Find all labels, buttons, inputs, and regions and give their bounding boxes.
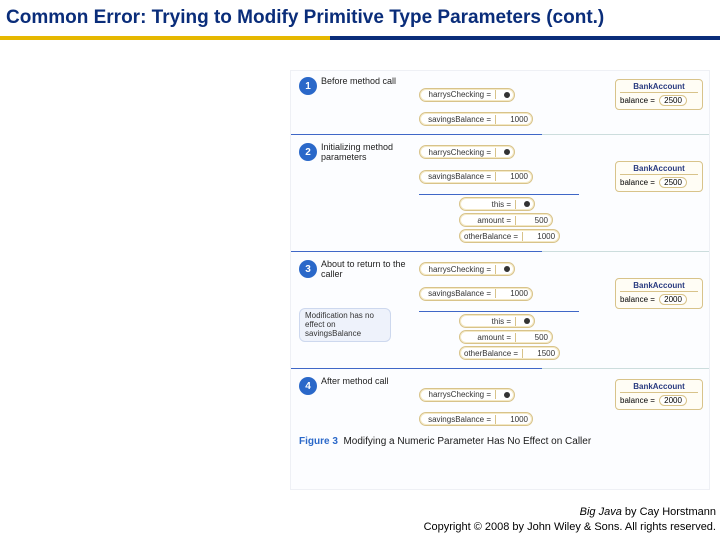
object-field-name: balance = (620, 396, 655, 405)
underline-gold (0, 36, 330, 40)
var-value: 1000 (527, 232, 555, 241)
var-name: harrysChecking = (424, 90, 496, 99)
object-field-name: balance = (620, 96, 655, 105)
footer-author: by Cay Horstmann (622, 506, 716, 518)
object-field-value: 2500 (659, 95, 687, 106)
object-field-name: balance = (620, 178, 655, 187)
ref-dot-icon (504, 392, 510, 398)
var-name: amount = (464, 333, 516, 342)
figure-step: 2 Initializing method parameters harrysC… (291, 137, 709, 249)
footer-copyright: Copyright © 2008 by John Wiley & Sons. A… (424, 520, 716, 534)
var-name: savingsBalance = (424, 172, 496, 181)
ref-dot-icon (524, 201, 530, 207)
step-badge: 1 (299, 77, 317, 95)
slide-title: Common Error: Trying to Modify Primitive… (0, 0, 720, 36)
step-badge: 4 (299, 377, 317, 395)
variable-pill: harrysChecking = (419, 388, 515, 402)
var-value: 1000 (500, 415, 528, 424)
variable-pill: harrysChecking = (419, 262, 515, 276)
object-box: BankAccount balance = 2500 (615, 161, 703, 192)
variable-pill: harrysChecking = (419, 88, 515, 102)
figure-step: 3 About to return to the caller Modifica… (291, 254, 709, 366)
object-title: BankAccount (620, 281, 698, 292)
step-badge: 3 (299, 260, 317, 278)
variable-pill: otherBalance = 1500 (459, 346, 560, 360)
var-value: 1500 (527, 349, 555, 358)
var-name: harrysChecking = (424, 390, 496, 399)
var-name: otherBalance = (464, 349, 523, 358)
underline-blue (330, 36, 720, 40)
variable-pill: harrysChecking = (419, 145, 515, 159)
variable-pill: savingsBalance = 1000 (419, 170, 533, 184)
var-name: harrysChecking = (424, 265, 496, 274)
figure-step: 4 After method call harrysChecking = Ban… (291, 371, 709, 432)
object-field-name: balance = (620, 295, 655, 304)
object-field-value: 2000 (659, 294, 687, 305)
variable-pill: savingsBalance = 1000 (419, 112, 533, 126)
variable-pill: savingsBalance = 1000 (419, 412, 533, 426)
step-label: Initializing method parameters (321, 143, 411, 163)
var-name: this = (464, 317, 516, 326)
slide-footer: Big Java by Cay Horstmann Copyright © 20… (424, 505, 716, 534)
var-name: savingsBalance = (424, 115, 496, 124)
figure-number: Figure 3 (299, 436, 338, 447)
object-title: BankAccount (620, 164, 698, 175)
object-field-value: 2500 (659, 177, 687, 188)
inner-separator (419, 194, 579, 195)
ref-dot-icon (524, 318, 530, 324)
figure-panel: 1 Before method call harrysChecking = Ba… (290, 70, 710, 490)
ref-dot-icon (504, 266, 510, 272)
object-box: BankAccount balance = 2000 (615, 379, 703, 410)
variable-pill: amount = 500 (459, 213, 553, 227)
step-label: After method call (321, 377, 411, 387)
object-field-value: 2000 (659, 395, 687, 406)
variable-pill: this = (459, 314, 535, 328)
ref-dot-icon (504, 149, 510, 155)
var-value: 1000 (500, 289, 528, 298)
object-box: BankAccount balance = 2000 (615, 278, 703, 309)
var-value: 1000 (500, 115, 528, 124)
object-title: BankAccount (620, 382, 698, 393)
step-label: Before method call (321, 77, 411, 87)
step-badge: 2 (299, 143, 317, 161)
var-value: 500 (520, 333, 548, 342)
step-separator (291, 251, 709, 252)
var-name: this = (464, 200, 516, 209)
figure-caption: Figure 3 Modifying a Numeric Parameter H… (291, 432, 709, 453)
var-value: 500 (520, 216, 548, 225)
callout-note: Modification has no effect on savingsBal… (299, 308, 391, 342)
step-label: About to return to the caller (321, 260, 411, 280)
variable-pill: savingsBalance = 1000 (419, 287, 533, 301)
ref-dot-icon (504, 92, 510, 98)
var-name: harrysChecking = (424, 148, 496, 157)
var-name: savingsBalance = (424, 289, 496, 298)
variable-pill: amount = 500 (459, 330, 553, 344)
figure-caption-text: Modifying a Numeric Parameter Has No Eff… (343, 436, 591, 447)
object-title: BankAccount (620, 82, 698, 93)
variable-pill: otherBalance = 1000 (459, 229, 560, 243)
var-value: 1000 (500, 172, 528, 181)
inner-separator (419, 311, 579, 312)
footer-book-title: Big Java (580, 506, 622, 518)
object-box: BankAccount balance = 2500 (615, 79, 703, 110)
var-name: otherBalance = (464, 232, 523, 241)
var-name: amount = (464, 216, 516, 225)
step-separator (291, 134, 709, 135)
step-separator (291, 368, 709, 369)
variable-pill: this = (459, 197, 535, 211)
figure-step: 1 Before method call harrysChecking = Ba… (291, 71, 709, 132)
var-name: savingsBalance = (424, 415, 496, 424)
title-underline (0, 36, 720, 40)
